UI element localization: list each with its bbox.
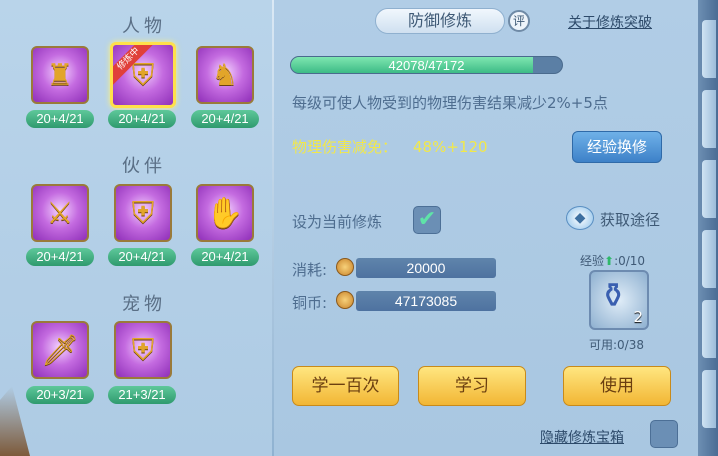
effect-description: 每级可使人物受到的物理伤害结果减少2%+5点 bbox=[292, 94, 608, 112]
exp-progress-bar: 42078/47172 bbox=[290, 56, 563, 74]
level-badge: 20+4/21 bbox=[191, 110, 259, 128]
coins-label: 铜币: bbox=[292, 294, 328, 312]
set-current-checkbox[interactable]: ✔ bbox=[413, 206, 441, 234]
level-badge: 20+4/21 bbox=[108, 248, 176, 266]
section-title-pet: 宠物 bbox=[84, 290, 204, 316]
hide-chest-label[interactable]: 隐藏修炼宝箱 bbox=[540, 427, 624, 447]
page-title: 防御修炼 bbox=[375, 8, 505, 34]
pet-defense-slot[interactable]: ⛨ bbox=[114, 321, 172, 379]
reduction-label: 物理伤害减免： bbox=[292, 138, 398, 156]
partner-magic-slot[interactable]: ✋ bbox=[196, 184, 254, 242]
pet-attack-slot[interactable]: 🗡 bbox=[31, 321, 89, 379]
exp-value: :0/10 bbox=[614, 254, 646, 268]
side-tab[interactable] bbox=[702, 230, 716, 288]
side-tab[interactable] bbox=[702, 300, 716, 358]
cultivation-potion-slot[interactable]: ⚱ 2 bbox=[589, 270, 649, 330]
usable-counter: 可用:0/38 bbox=[589, 338, 644, 352]
progress-text: 42078/47172 bbox=[388, 58, 465, 73]
level-badge: 20+4/21 bbox=[26, 110, 94, 128]
level-badge: 20+4/21 bbox=[108, 110, 176, 128]
potion-icon: ⚱ bbox=[599, 276, 628, 316]
cost-label: 消耗: bbox=[292, 261, 328, 279]
hide-chest-checkbox[interactable] bbox=[650, 420, 678, 448]
exp-convert-button[interactable]: 经验换修 bbox=[572, 131, 662, 163]
level-badge: 21+3/21 bbox=[108, 386, 176, 404]
section-title-text: 伙伴 bbox=[122, 156, 166, 177]
character-armor-slot[interactable]: ♜ bbox=[31, 46, 89, 104]
side-tab[interactable] bbox=[702, 20, 716, 78]
partner-defense-slot[interactable]: ⛨ bbox=[114, 184, 172, 242]
exp-counter: 经验⬆:0/10 bbox=[580, 252, 645, 269]
level-badge: 20+4/21 bbox=[26, 248, 94, 266]
learn-hundred-button[interactable]: 学一百次 bbox=[292, 366, 399, 406]
coin-icon bbox=[336, 291, 354, 309]
character-defense-slot[interactable]: ⛨ 修炼中 bbox=[110, 42, 176, 108]
cost-value: 20000 bbox=[356, 258, 496, 278]
section-title-text: 宠物 bbox=[122, 294, 166, 315]
cultivation-window: 人物 ♜ ⛨ 修炼中 ♞ 20+4/21 20+4/21 20+4/21 伙伴 … bbox=[0, 0, 718, 456]
obtain-link[interactable]: 获取途径 bbox=[600, 209, 660, 230]
pet-attack-icon: 🗡 bbox=[40, 332, 80, 368]
exp-label-text: 经验 bbox=[580, 254, 605, 268]
partner-defense-icon: ⛨ bbox=[131, 195, 155, 231]
reduction-line: 物理伤害减免： 48%+120 bbox=[292, 136, 488, 157]
side-tab[interactable] bbox=[702, 370, 716, 428]
side-tab-strip bbox=[698, 0, 718, 456]
partner-attack-icon: ⚔ bbox=[46, 195, 74, 231]
character-body-slot[interactable]: ♞ bbox=[196, 46, 254, 104]
potion-count: 2 bbox=[633, 308, 643, 326]
partner-attack-slot[interactable]: ⚔ bbox=[31, 184, 89, 242]
pet-defense-icon: ⛨ bbox=[131, 332, 155, 368]
section-title-character: 人物 bbox=[84, 12, 204, 38]
side-tab[interactable] bbox=[702, 160, 716, 218]
up-arrow-icon: ⬆ bbox=[604, 254, 615, 268]
breakthrough-link[interactable]: 关于修炼突破 bbox=[568, 12, 652, 32]
character-armor-icon: ♜ bbox=[46, 57, 74, 93]
reduction-value: 48%+120 bbox=[413, 138, 488, 156]
side-tab[interactable] bbox=[702, 90, 716, 148]
coins-value: 47173085 bbox=[356, 291, 496, 311]
use-button[interactable]: 使用 bbox=[563, 366, 671, 406]
character-body-icon: ♞ bbox=[211, 57, 239, 93]
partner-magic-icon: ✋ bbox=[206, 195, 244, 231]
rate-icon[interactable]: 评 bbox=[508, 10, 530, 32]
level-badge: 20+4/21 bbox=[191, 248, 259, 266]
section-title-partner: 伙伴 bbox=[84, 152, 204, 178]
section-title-text: 人物 bbox=[122, 16, 166, 37]
learn-button[interactable]: 学习 bbox=[418, 366, 526, 406]
coin-icon bbox=[336, 258, 354, 276]
obtain-icon[interactable]: ◆ bbox=[566, 206, 594, 230]
set-current-label: 设为当前修炼 bbox=[292, 213, 383, 231]
level-badge: 20+3/21 bbox=[26, 386, 94, 404]
